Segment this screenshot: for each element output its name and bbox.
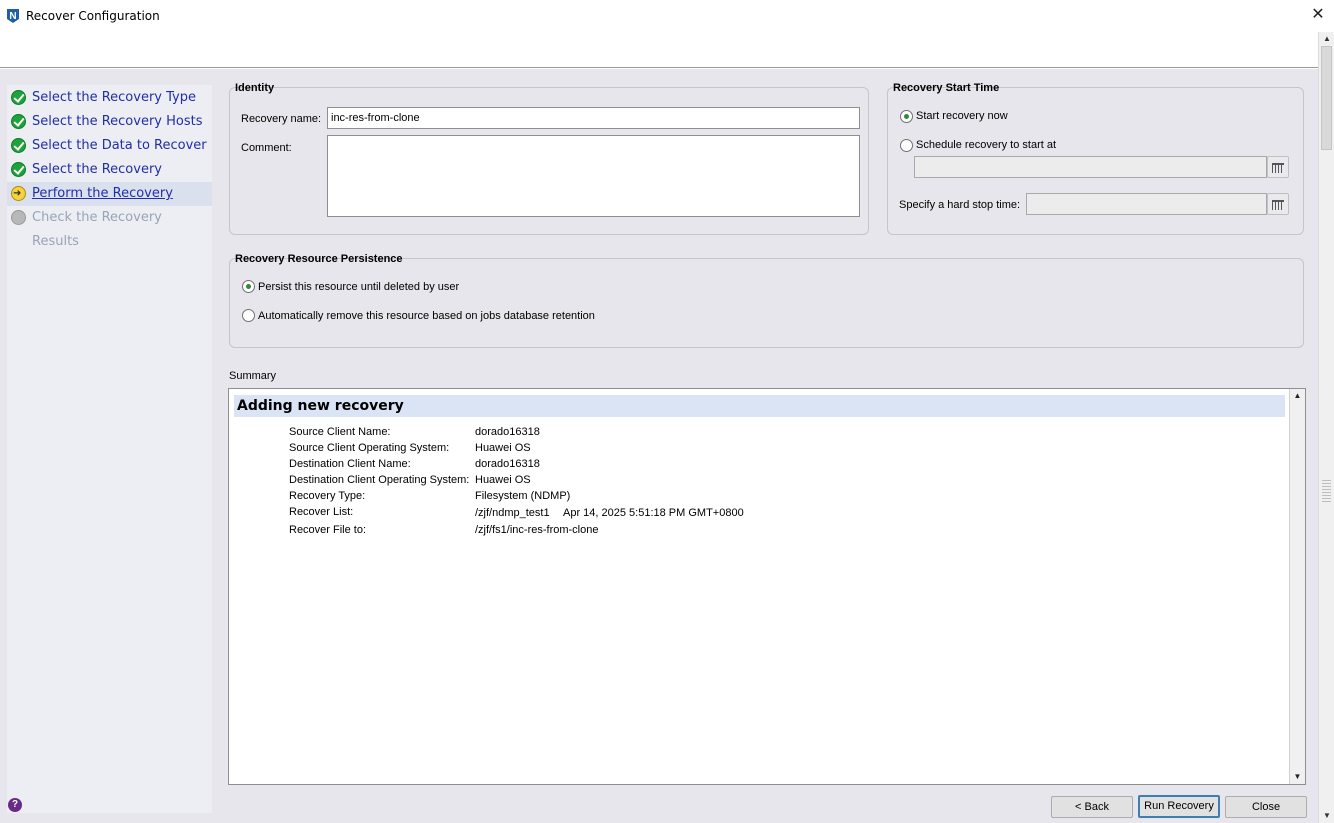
persist-radio[interactable] — [242, 280, 255, 293]
scroll-down-icon[interactable]: ▼ — [1319, 809, 1334, 823]
persist-label[interactable]: Persist this resource until deleted by u… — [258, 281, 459, 293]
summary-key: Recover List: — [289, 506, 354, 518]
nav-step-recovery-options[interactable]: Select the Recovery Options — [7, 158, 212, 201]
summary-value: dorado16318 — [475, 426, 540, 438]
summary-value: Huawei OS — [475, 442, 531, 454]
check-icon — [11, 114, 26, 129]
auto-remove-label[interactable]: Automatically remove this resource based… — [258, 310, 595, 322]
summary-value-date: Apr 14, 2025 5:51:18 PM GMT+0800 — [563, 507, 744, 519]
close-window-icon[interactable]: ✕ — [1310, 6, 1326, 24]
identity-title: Identity — [235, 82, 275, 94]
summary-key: Destination Client Operating System: — [289, 474, 470, 486]
hard-stop-input — [1026, 193, 1267, 215]
summary-value: Huawei OS — [475, 474, 531, 486]
nav-step-recovery-hosts[interactable]: Select the Recovery Hosts — [7, 110, 212, 134]
arrow-right-icon — [11, 182, 26, 206]
nav-step-label: Select the Recovery Hosts — [32, 114, 203, 129]
summary-key: Recovery Type: — [289, 490, 366, 502]
nav-step-label: Select the Recovery Type — [32, 90, 196, 105]
scroll-grip[interactable] — [1322, 480, 1331, 504]
calendar-icon — [1267, 193, 1289, 215]
help-icon[interactable]: ? — [8, 798, 22, 812]
window-scrollbar[interactable]: ▲ ▼ — [1318, 32, 1334, 823]
summary-heading: Adding new recovery — [234, 395, 1285, 417]
nav-step-data-to-recover[interactable]: Select the Data to Recover — [7, 134, 212, 158]
nav-step-perform-recovery[interactable]: Perform the Recovery — [7, 182, 212, 206]
schedule-time-input — [914, 156, 1267, 178]
scroll-up-icon[interactable]: ▲ — [1319, 32, 1334, 46]
comment-textarea[interactable] — [327, 135, 860, 217]
check-icon — [11, 90, 26, 105]
identity-group: Identity Recovery name: inc-res-from-clo… — [229, 82, 869, 235]
nav-step-label: Check the Recovery Results — [32, 210, 162, 249]
check-icon — [11, 138, 26, 153]
summary-scrollbar[interactable]: ▲ ▼ — [1289, 389, 1305, 784]
start-now-radio[interactable] — [900, 110, 913, 123]
recovery-name-label: Recovery name: — [241, 113, 322, 125]
summary-key: Source Client Name: — [289, 426, 391, 438]
window-title: Recover Configuration — [26, 9, 160, 23]
summary-key: Recover File to: — [289, 524, 367, 536]
nav-step-check-results: Check the Recovery Results — [7, 206, 212, 249]
start-now-label[interactable]: Start recovery now — [916, 110, 1008, 122]
comment-label: Comment: — [241, 142, 292, 154]
wizard-steps-nav: Select the Recovery Type Select the Reco… — [7, 85, 212, 813]
nav-step-recovery-type[interactable]: Select the Recovery Type — [7, 86, 212, 110]
close-button[interactable]: Close — [1225, 796, 1307, 818]
app-logo-icon: N — [7, 9, 19, 23]
start-time-group: Recovery Start Time Start recovery now S… — [887, 82, 1304, 235]
persistence-title: Recovery Resource Persistence — [235, 253, 403, 265]
summary-value: /zjf/fs1/inc-res-from-clone — [475, 524, 599, 536]
summary-key: Destination Client Name: — [289, 458, 411, 470]
start-time-title: Recovery Start Time — [893, 82, 1000, 94]
scroll-down-icon[interactable]: ▼ — [1290, 770, 1305, 784]
nav-step-label: Perform the Recovery — [32, 186, 173, 201]
summary-panel: Adding new recovery Source Client Name: … — [228, 388, 1306, 785]
summary-label: Summary — [229, 370, 277, 382]
run-recovery-button[interactable]: Run Recovery — [1138, 795, 1220, 818]
scroll-thumb[interactable] — [1321, 46, 1332, 150]
nav-step-label: Select the Data to Recover — [32, 138, 207, 153]
persistence-group: Recovery Resource Persistence Persist th… — [229, 253, 1304, 348]
auto-remove-radio[interactable] — [242, 309, 255, 322]
summary-value: /zjf/ndmp_test1 — [475, 507, 550, 519]
summary-value: dorado16318 — [475, 458, 540, 470]
summary-value: Filesystem (NDMP) — [475, 490, 571, 502]
hard-stop-label: Specify a hard stop time: — [899, 199, 1021, 211]
calendar-icon — [1267, 156, 1289, 178]
schedule-radio[interactable] — [900, 139, 913, 152]
back-button[interactable]: < Back — [1051, 796, 1133, 818]
title-bar: N Recover Configuration ✕ — [0, 0, 1334, 32]
check-icon — [11, 162, 26, 177]
summary-key: Source Client Operating System: — [289, 442, 450, 454]
header-band — [0, 32, 1318, 68]
pending-circle-icon — [11, 210, 26, 225]
svg-text:N: N — [9, 11, 16, 22]
recovery-name-input[interactable]: inc-res-from-clone — [327, 107, 860, 129]
schedule-label[interactable]: Schedule recovery to start at — [916, 139, 1056, 151]
scroll-up-icon[interactable]: ▲ — [1290, 389, 1305, 403]
main-content: Select the Recovery Type Select the Reco… — [0, 69, 1318, 823]
